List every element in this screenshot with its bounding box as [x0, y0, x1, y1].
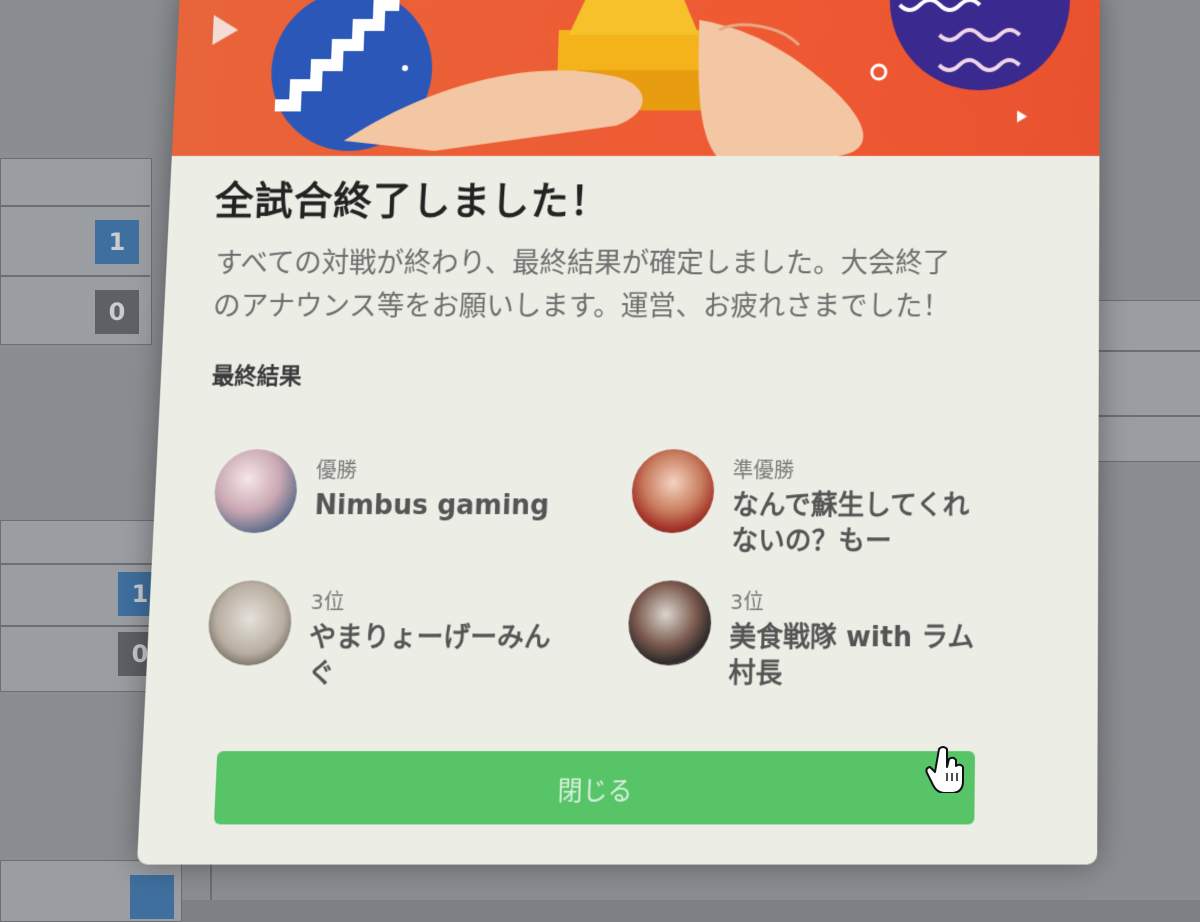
hand-pointer-icon [925, 746, 964, 793]
trophy-banner [171, 0, 1100, 156]
team-name: やまりょーげーみん ぐ [306, 621, 552, 690]
team-avatar [630, 449, 715, 534]
result-third-2: 3位 美食戦隊 with ラム 村長 [627, 580, 975, 693]
rank-label: 3位 [729, 588, 765, 615]
team-name: 美食戦隊 with ラム 村長 [728, 621, 975, 690]
modal-description: すべての対戦が終わり、最終結果が確定しました。大会終了 のアナウンス等をお願いし… [212, 247, 951, 323]
final-results-label: 最終結果 [211, 363, 303, 390]
tournament-finished-modal: 全試合終了しました！ すべての対戦が終わり、最終結果が確定しました。大会終了 の… [136, 0, 1100, 865]
team-avatar [206, 580, 294, 666]
score-badge: 1 [95, 220, 139, 264]
rank-label: 準優勝 [732, 457, 795, 483]
team-name: Nimbus gaming [313, 489, 550, 522]
score-badge: 0 [95, 290, 139, 334]
result-third-1: 3位 やまりょーげーみん ぐ [205, 580, 552, 693]
rank-label: 優勝 [315, 457, 358, 483]
rank-label: 3位 [310, 588, 345, 615]
score-badge [130, 875, 174, 919]
result-runner-up: 準優勝 なんで蘇生してくれ ないの？もー [630, 449, 970, 559]
modal-title: 全試合終了しました！ [214, 178, 610, 224]
team-name: なんで蘇生してくれ ないの？もー [731, 489, 970, 558]
result-winner: 優勝 Nimbus gaming [212, 449, 551, 534]
team-avatar [212, 449, 299, 534]
trophy-illustration [211, 0, 1071, 156]
close-button[interactable]: 閉じる [213, 751, 976, 825]
modal-card: 全試合終了しました！ すべての対戦が終わり、最終結果が確定しました。大会終了 の… [136, 0, 1100, 865]
team-avatar [627, 580, 713, 666]
